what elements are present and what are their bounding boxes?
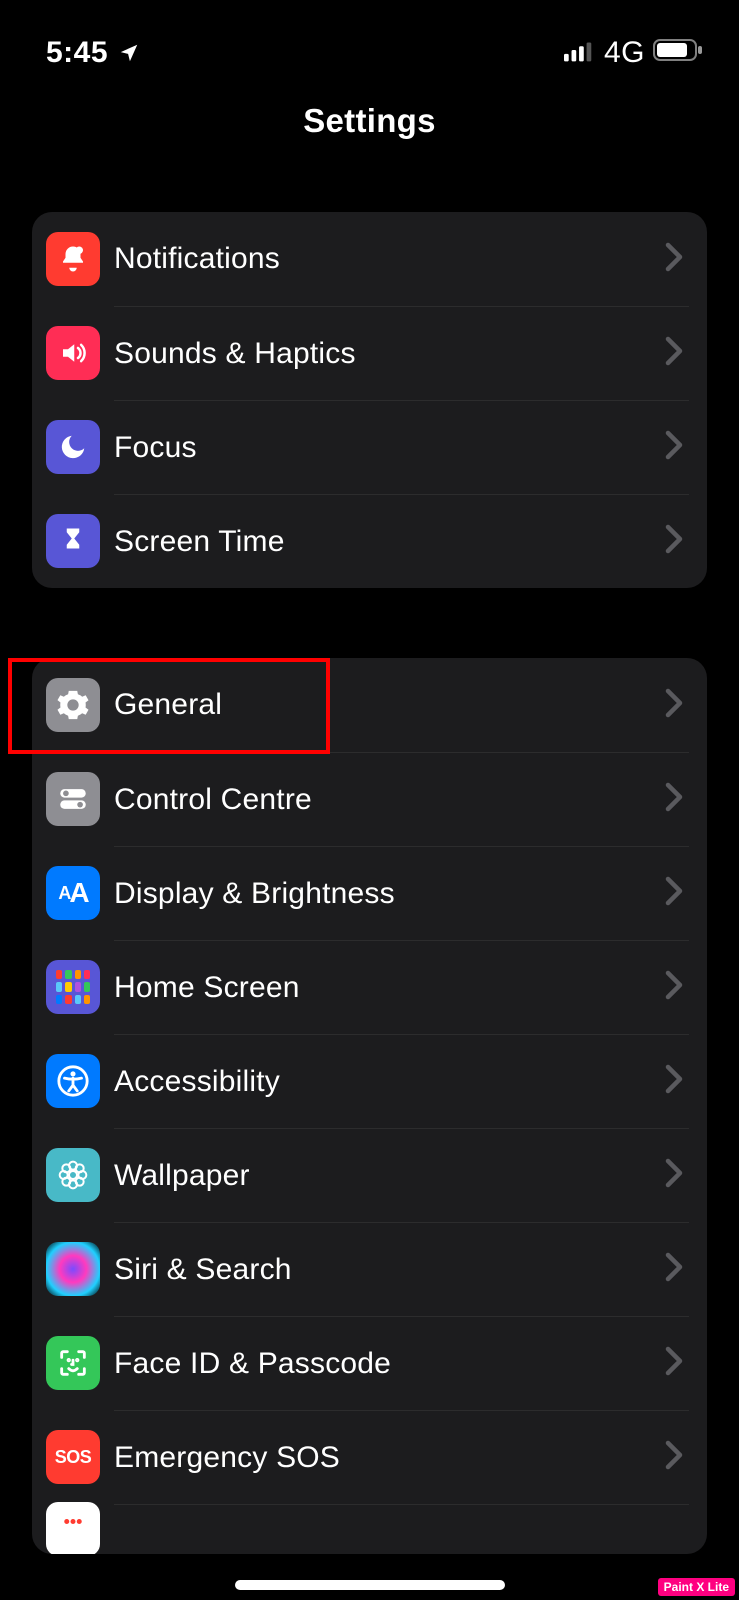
settings-row-display[interactable]: AA Display & Brightness	[32, 846, 707, 940]
settings-row-accessibility[interactable]: Accessibility	[32, 1034, 707, 1128]
chevron-right-icon	[665, 336, 683, 371]
settings-row-siri[interactable]: Siri & Search	[32, 1222, 707, 1316]
hourglass-icon	[46, 514, 100, 568]
row-label: Display & Brightness	[114, 877, 665, 911]
home-indicator[interactable]	[235, 1580, 505, 1590]
row-label: Focus	[114, 431, 665, 465]
partial-icon	[46, 1502, 100, 1554]
settings-row-general[interactable]: General	[32, 658, 707, 752]
bell-icon	[46, 232, 100, 286]
row-label: Screen Time	[114, 525, 665, 559]
row-label: Emergency SOS	[114, 1441, 665, 1475]
siri-icon	[46, 1242, 100, 1296]
settings-row-emergency-sos[interactable]: SOS Emergency SOS	[32, 1410, 707, 1504]
row-label: Control Centre	[114, 783, 665, 817]
sos-icon: SOS	[46, 1430, 100, 1484]
chevron-right-icon	[665, 782, 683, 817]
settings-row-control-centre[interactable]: Control Centre	[32, 752, 707, 846]
settings-row-next[interactable]	[32, 1504, 707, 1554]
row-label: Sounds & Haptics	[114, 337, 665, 371]
row-label: Wallpaper	[114, 1159, 665, 1193]
app-grid-icon	[46, 960, 100, 1014]
chevron-right-icon	[665, 970, 683, 1005]
chevron-right-icon	[665, 1158, 683, 1193]
gear-icon	[46, 678, 100, 732]
settings-row-screen-time[interactable]: Screen Time	[32, 494, 707, 588]
status-network: 4G	[604, 36, 645, 70]
page-header: Settings	[0, 78, 739, 160]
watermark: Paint X Lite	[658, 1578, 735, 1596]
status-time: 5:45	[46, 36, 108, 70]
row-label: Face ID & Passcode	[114, 1347, 665, 1381]
row-label: Accessibility	[114, 1065, 665, 1099]
row-label: Notifications	[114, 242, 665, 276]
row-label: Siri & Search	[114, 1253, 665, 1287]
chevron-right-icon	[665, 242, 683, 277]
settings-row-face-id[interactable]: Face ID & Passcode	[32, 1316, 707, 1410]
chevron-right-icon	[665, 688, 683, 723]
settings-group-2: General Control Centre AA Displ	[32, 658, 707, 1554]
chevron-right-icon	[665, 430, 683, 465]
location-icon	[118, 42, 140, 64]
row-label: Home Screen	[114, 971, 665, 1005]
settings-scroll[interactable]: Notifications Sounds & Haptics	[0, 212, 739, 1554]
chevron-right-icon	[665, 876, 683, 911]
settings-row-wallpaper[interactable]: Wallpaper	[32, 1128, 707, 1222]
row-label: General	[114, 688, 665, 722]
chevron-right-icon	[665, 524, 683, 559]
settings-row-focus[interactable]: Focus	[32, 400, 707, 494]
settings-row-notifications[interactable]: Notifications	[32, 212, 707, 306]
text-size-icon: AA	[46, 866, 100, 920]
status-left: 5:45	[46, 36, 140, 70]
moon-icon	[46, 420, 100, 474]
toggles-icon	[46, 772, 100, 826]
chevron-right-icon	[665, 1440, 683, 1475]
speaker-icon	[46, 326, 100, 380]
chevron-right-icon	[665, 1252, 683, 1287]
chevron-right-icon	[665, 1346, 683, 1381]
chevron-right-icon	[665, 1064, 683, 1099]
status-right: 4G	[564, 36, 703, 70]
settings-row-sounds[interactable]: Sounds & Haptics	[32, 306, 707, 400]
battery-icon	[653, 36, 703, 70]
status-bar: 5:45 4G	[0, 0, 739, 78]
settings-row-home-screen[interactable]: Home Screen	[32, 940, 707, 1034]
cell-signal-icon	[564, 36, 596, 70]
page-title: Settings	[0, 102, 739, 140]
settings-group-1: Notifications Sounds & Haptics	[32, 212, 707, 588]
accessibility-icon	[46, 1054, 100, 1108]
face-id-icon	[46, 1336, 100, 1390]
flower-icon	[46, 1148, 100, 1202]
